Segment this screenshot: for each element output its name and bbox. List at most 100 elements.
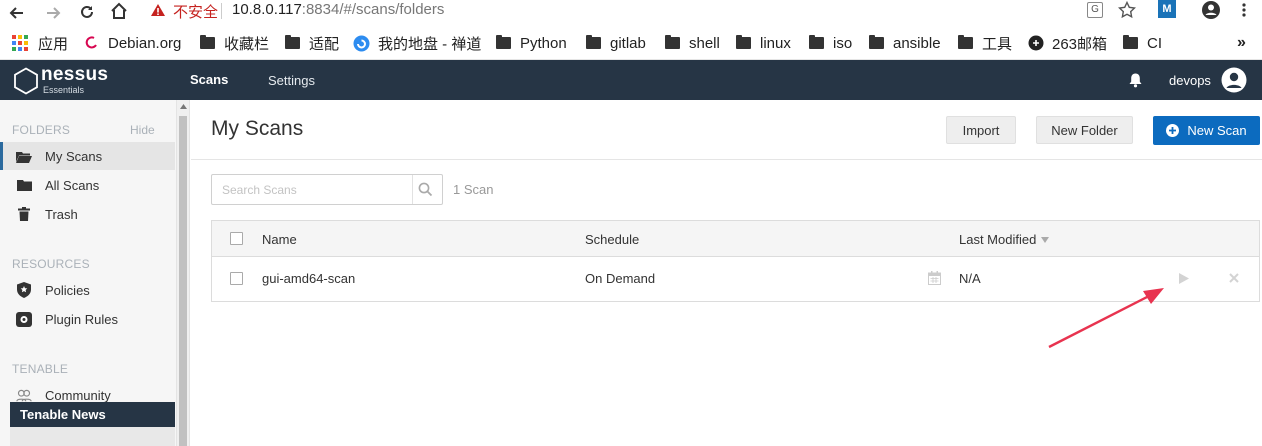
nav-scans[interactable]: Scans <box>190 72 228 87</box>
bookmark-label: 收藏栏 <box>224 35 270 53</box>
column-schedule-label: Schedule <box>585 231 640 247</box>
back-icon[interactable] <box>8 4 26 22</box>
bookmark-folder[interactable]: linux <box>736 32 791 54</box>
column-last-modified[interactable]: Last Modified <box>959 221 1050 257</box>
forward-icon[interactable] <box>44 4 62 22</box>
bookmark-folder[interactable]: iso <box>809 32 852 54</box>
row-checkbox[interactable] <box>230 272 243 285</box>
logo-edition: Essentials <box>43 85 85 95</box>
folder-icon <box>1123 35 1138 49</box>
community-icon <box>16 388 32 402</box>
bookmark-label: Python <box>520 34 567 52</box>
scan-last-modified: N/A <box>959 271 981 286</box>
app-header: nessus Essentials Scans Settings devops <box>0 60 1262 100</box>
sort-desc-icon <box>1041 237 1050 243</box>
divider <box>191 159 1262 160</box>
nessus-hexagon-icon <box>14 67 38 95</box>
new-scan-button[interactable]: New Scan <box>1153 116 1260 145</box>
hide-sidebar-link[interactable]: Hide <box>130 123 155 137</box>
security-warning[interactable]: 不安全 <box>173 1 218 22</box>
bookmark-label: ansible <box>893 34 941 52</box>
scan-schedule: On Demand <box>585 271 656 286</box>
bookmark-folder[interactable]: Python <box>496 32 567 54</box>
bookmark-label: 我的地盘 - 禅道 <box>378 35 482 53</box>
scan-name[interactable]: gui-amd64-scan <box>262 271 355 286</box>
bookmark-folder[interactable]: 适配 <box>285 32 339 54</box>
select-all-checkbox[interactable] <box>230 232 243 245</box>
divider <box>412 175 413 204</box>
column-name-label: Name <box>262 231 297 247</box>
sidebar-item-label: Plugin Rules <box>45 311 118 327</box>
logo-name: nessus <box>41 64 109 85</box>
tenable-news-header[interactable]: Tenable News <box>10 402 175 427</box>
sidebar-item-my-scans[interactable]: My Scans <box>0 142 175 170</box>
bookmark-folder[interactable]: 收藏栏 <box>200 32 269 54</box>
bookmark-263mail[interactable]: 263邮箱 <box>1028 32 1107 54</box>
bookmark-folder[interactable]: CI <box>1123 32 1162 54</box>
bookmarks-more[interactable]: » <box>1237 32 1246 54</box>
folder-icon <box>736 35 751 49</box>
folder-icon <box>809 35 824 49</box>
new-folder-button[interactable]: New Folder <box>1036 116 1133 144</box>
profile-icon[interactable] <box>1200 0 1222 20</box>
search-input[interactable]: Search Scans <box>211 174 443 205</box>
page-title: My Scans <box>211 117 304 140</box>
nessus-logo[interactable]: nessus Essentials <box>12 64 112 96</box>
folder-icon <box>586 35 601 49</box>
bookmark-folder[interactable]: gitlab <box>586 32 646 54</box>
bookmark-folder[interactable]: ansible <box>869 32 941 54</box>
translate-icon[interactable]: G <box>1087 2 1103 18</box>
launch-scan-icon[interactable] <box>1179 273 1189 284</box>
bookmark-zentao[interactable]: 我的地盘 - 禅道 <box>353 32 481 54</box>
sidebar-item-plugin-rules[interactable]: Plugin Rules <box>0 305 175 333</box>
bookmark-folder[interactable]: 工具 <box>958 32 1012 54</box>
bookmark-label: 263邮箱 <box>1052 35 1108 53</box>
user-avatar-icon[interactable] <box>1221 67 1247 93</box>
column-schedule[interactable]: Schedule <box>585 221 639 257</box>
bookmark-label: shell <box>689 34 720 52</box>
user-name[interactable]: devops <box>1169 73 1211 88</box>
calendar-icon[interactable] <box>928 271 941 285</box>
extension-icon[interactable]: M <box>1158 0 1176 18</box>
sidebar-item-policies[interactable]: Policies <box>0 276 175 304</box>
sidebar-item-label: Trash <box>45 206 78 222</box>
column-name[interactable]: Name <box>262 221 297 257</box>
sidebar-item-label: My Scans <box>45 148 103 164</box>
table-header <box>212 221 1259 257</box>
sidebar: FOLDERS Hide My Scans All Scans Trash RE… <box>0 100 190 446</box>
search-placeholder: Search Scans <box>222 183 297 197</box>
bookmark-label: 适配 <box>309 35 340 53</box>
search-icon[interactable] <box>418 182 433 197</box>
bookmark-debian[interactable]: Debian.org <box>84 32 181 54</box>
star-icon[interactable] <box>1118 1 1136 19</box>
menu-icon[interactable] <box>1240 2 1248 18</box>
import-button-label: Import <box>962 122 1000 138</box>
browser-toolbar: 不安全 10.8.0.117:8834/#/scans/folders G M <box>0 0 1262 26</box>
bookmarks-bar: 应用 Debian.org 收藏栏 适配 我的地盘 - 禅道 Python gi… <box>0 26 1262 60</box>
sidebar-scrollbar[interactable] <box>176 100 189 446</box>
bookmark-apps[interactable]: 应用 <box>12 32 68 54</box>
plugin-icon <box>16 311 32 327</box>
new-folder-button-label: New Folder <box>1051 122 1118 138</box>
bell-icon[interactable] <box>1128 72 1143 88</box>
scroll-up-icon[interactable] <box>180 104 187 109</box>
bookmark-folder[interactable]: shell <box>665 32 720 54</box>
nav-settings[interactable]: Settings <box>268 73 315 88</box>
warning-icon <box>151 4 165 16</box>
folder-icon <box>665 35 680 49</box>
folder-open-icon <box>16 150 32 163</box>
home-icon[interactable] <box>109 2 129 20</box>
sidebar-item-trash[interactable]: Trash <box>0 200 175 228</box>
trash-icon <box>16 207 32 221</box>
sidebar-item-all-scans[interactable]: All Scans <box>0 171 175 199</box>
delete-scan-icon[interactable] <box>1229 273 1239 283</box>
resources-heading: RESOURCES <box>12 257 90 271</box>
scrollbar-thumb[interactable] <box>179 116 187 446</box>
bookmark-label: linux <box>760 34 791 52</box>
bookmark-label: CI <box>1147 34 1162 52</box>
import-button[interactable]: Import <box>946 116 1016 144</box>
folder-icon <box>200 35 215 49</box>
tenable-news-body <box>10 427 175 446</box>
address-bar[interactable]: 10.8.0.117:8834/#/scans/folders <box>232 1 444 18</box>
reload-icon[interactable] <box>78 3 96 21</box>
